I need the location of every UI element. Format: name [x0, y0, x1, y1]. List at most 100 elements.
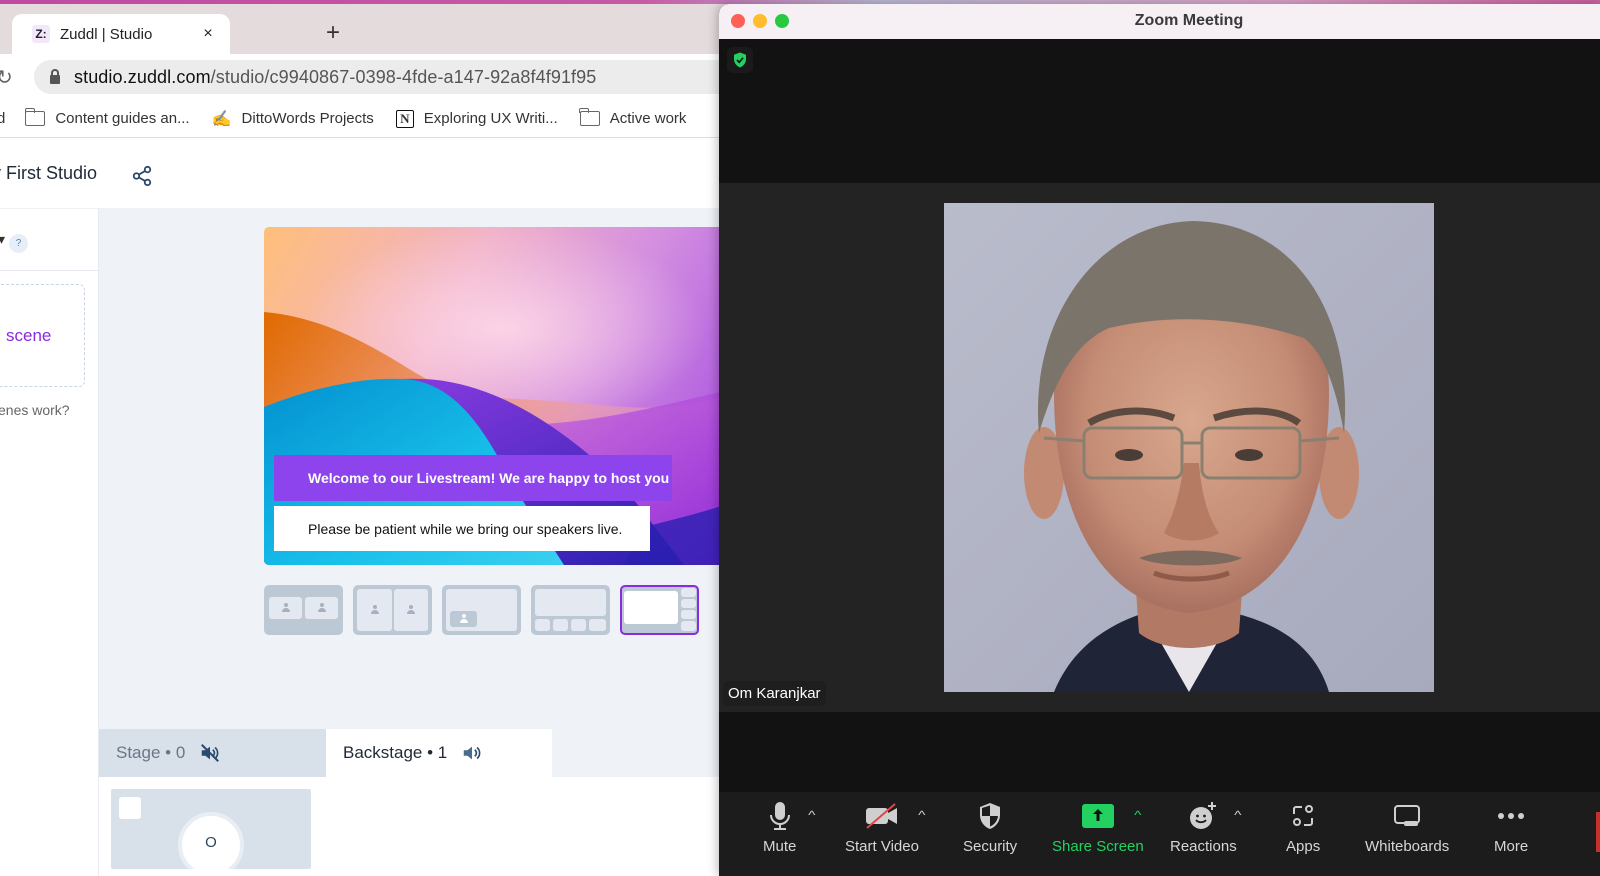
layout-slot [535, 619, 550, 631]
person-icon [317, 603, 327, 613]
stage-preview[interactable]: Welcome to our Livestream! We are happy … [264, 227, 730, 565]
speaker-on-icon[interactable] [461, 742, 483, 764]
meeting-controls: Mute ^ Start Video ^ Security Share Scre… [719, 792, 1600, 876]
person-icon [459, 614, 469, 624]
add-scene-button[interactable]: scene [0, 284, 85, 387]
security-button[interactable]: Security [963, 800, 1017, 855]
tab-title: Zuddl | Studio [60, 25, 153, 43]
participant-checkbox[interactable] [119, 797, 141, 819]
share-screen-label: Share Screen [1052, 838, 1144, 855]
reload-icon[interactable]: ↻ [0, 65, 13, 90]
pen-icon: ✍ [211, 110, 232, 128]
lock-icon[interactable] [50, 68, 60, 84]
browser-toolbar: ↻ studio.zuddl.com/studio/c9940867-0398-… [0, 54, 730, 100]
layout-slot [553, 619, 568, 631]
security-label: Security [963, 838, 1018, 855]
scenes-sidebar: ▾ ? scene enes work? [0, 209, 99, 876]
person-icon [406, 605, 416, 615]
backstage-participant-card[interactable]: O [111, 789, 311, 869]
audio-options-caret-icon[interactable]: ^ [808, 808, 815, 822]
reactions-button[interactable]: Reactions [1170, 800, 1237, 855]
layout-picture-in-picture[interactable] [442, 585, 521, 635]
apps-icon [1291, 800, 1315, 832]
share-screen-button[interactable]: Share Screen [1052, 800, 1144, 855]
participant-portrait [944, 203, 1434, 692]
bookmark-label: Content guides an... [55, 110, 190, 127]
layout-slot [624, 591, 678, 624]
bookmark-partial[interactable]: d [0, 110, 5, 127]
share-screen-icon [1081, 800, 1114, 832]
end-meeting-button-edge[interactable] [1596, 812, 1600, 852]
help-icon[interactable]: ? [9, 234, 28, 253]
studio-title: y First Studio [0, 163, 98, 183]
share-icon[interactable] [131, 165, 153, 187]
person-icon [370, 605, 380, 615]
apps-button[interactable]: Apps [1286, 800, 1320, 855]
folder-icon [24, 108, 46, 126]
layout-slot [681, 610, 696, 619]
desktop: Z: Zuddl | Studio × + ↻ studio.zuddl.com… [0, 0, 1600, 876]
participant-video[interactable] [944, 203, 1434, 692]
bookmark-exploring-ux[interactable]: N Exploring UX Writi... [395, 109, 558, 128]
banner-welcome[interactable]: Welcome to our Livestream! We are happy … [274, 455, 672, 501]
tab-close-icon[interactable]: × [198, 25, 218, 43]
share-options-caret-icon[interactable]: ^ [1134, 808, 1141, 822]
tab-stage[interactable]: Stage • 0 [99, 729, 326, 777]
microphone-icon [768, 800, 792, 832]
more-icon [1497, 800, 1525, 832]
layout-slot [357, 589, 392, 631]
more-label: More [1494, 838, 1529, 855]
start-video-button[interactable]: Start Video [845, 800, 919, 855]
video-options-caret-icon[interactable]: ^ [918, 808, 925, 822]
zoom-meeting-window: Zoom Meeting Om Karanjkar Mute ^ Start V… [719, 4, 1600, 876]
mute-button[interactable]: Mute [763, 800, 796, 855]
tab-backstage-label: Backstage • 1 [343, 743, 448, 762]
avatar-initial: O [205, 834, 217, 851]
layout-main-bottom-strip[interactable] [531, 585, 610, 635]
encryption-shield-icon[interactable] [727, 47, 753, 73]
browser-window: Z: Zuddl | Studio × + ↻ studio.zuddl.com… [0, 4, 730, 876]
bookmark-label: DittoWords Projects [241, 110, 374, 127]
layout-two-up-split[interactable] [353, 585, 432, 635]
zoom-window-title: Zoom Meeting [1134, 12, 1244, 29]
layout-slot [450, 611, 477, 627]
bookmark-active-work[interactable]: Active work [579, 108, 686, 127]
backstage-area: O [99, 777, 730, 876]
layout-slot [589, 619, 606, 631]
banner-patience[interactable]: Please be patient while we bring our spe… [274, 506, 650, 551]
chevron-down-icon[interactable]: ▾ [0, 231, 5, 248]
zuddl-favicon-icon: Z: [32, 25, 50, 43]
layout-slot [305, 597, 338, 619]
reactions-icon [1188, 800, 1218, 832]
reactions-options-caret-icon[interactable]: ^ [1234, 808, 1241, 822]
address-bar[interactable]: studio.zuddl.com/studio/c9940867-0398-4f… [34, 60, 730, 94]
tab-zuddl-studio[interactable]: Z: Zuddl | Studio × [12, 14, 230, 54]
participant-name-tag: Om Karanjkar [723, 681, 826, 706]
tab-backstage[interactable]: Backstage • 1 [326, 729, 552, 777]
bookmark-label: Exploring UX Writi... [423, 110, 558, 127]
new-tab-button[interactable]: + [326, 21, 340, 45]
security-shield-icon [978, 800, 1002, 832]
zoom-titlebar: Zoom Meeting [719, 4, 1600, 39]
whiteboards-button[interactable]: Whiteboards [1365, 800, 1449, 855]
url-path: /studio/c9940867-0398-4fde-a147-92a8f4f9… [210, 66, 597, 87]
layout-slot [681, 621, 696, 631]
studio-header: y First Studio [0, 139, 730, 209]
more-button[interactable]: More [1494, 800, 1528, 855]
bookmark-dittowords[interactable]: ✍ DittoWords Projects [212, 109, 374, 129]
whiteboards-label: Whiteboards [1365, 838, 1450, 855]
bookmark-content-guides[interactable]: Content guides an... [24, 108, 190, 127]
apps-label: Apps [1286, 838, 1321, 855]
add-scene-label: scene [6, 325, 52, 345]
how-scenes-work-link[interactable]: enes work? [0, 402, 70, 418]
layout-slot [681, 599, 696, 608]
speaker-muted-icon[interactable] [199, 742, 221, 764]
layout-main-side-strip[interactable] [620, 585, 699, 635]
person-icon [281, 603, 291, 613]
layout-slot [681, 588, 696, 597]
stage-canvas-area: Welcome to our Livestream! We are happy … [99, 209, 730, 729]
layout-two-up-grid[interactable] [264, 585, 343, 635]
url-text: studio.zuddl.com/studio/c9940867-0398-4f… [74, 67, 596, 88]
video-stage: Om Karanjkar [719, 183, 1600, 712]
folder-icon [579, 108, 600, 126]
